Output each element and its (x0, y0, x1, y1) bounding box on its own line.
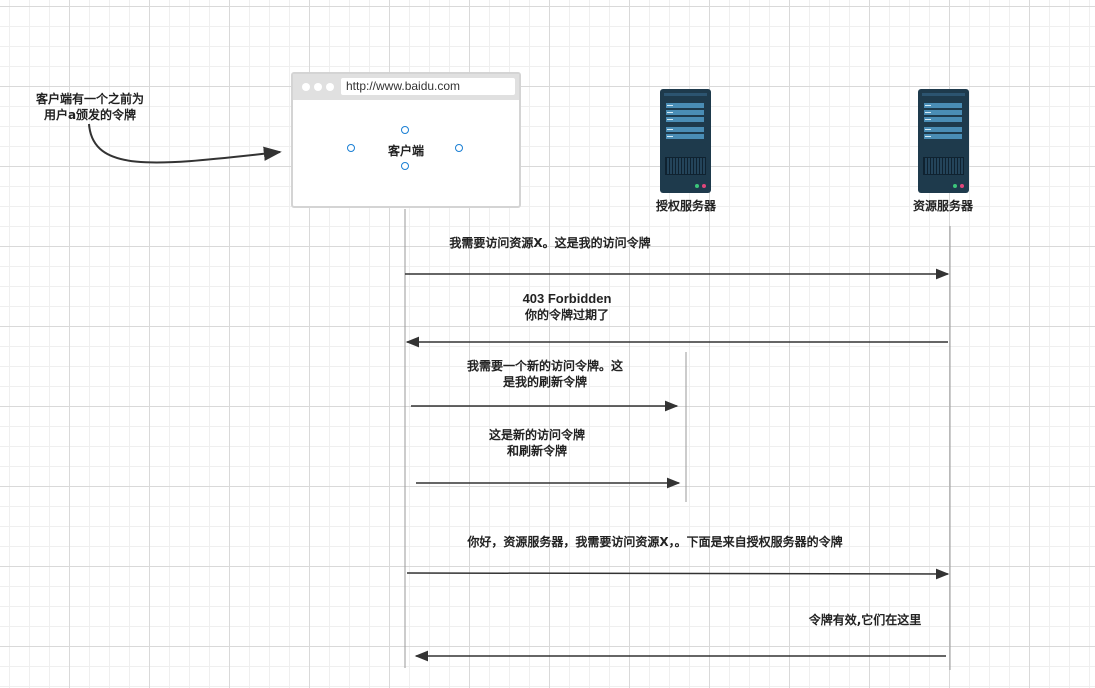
message-label-6: 令牌有效,它们在这里 (808, 613, 922, 627)
message-label-4: 这是新的访问令牌 和刷新令牌 (437, 427, 637, 459)
client-label: 客户端 (387, 144, 424, 158)
message-4-line-1: 这是新的访问令牌 (488, 428, 585, 442)
message-label-2: 403 Forbidden 你的令牌过期了 (467, 291, 667, 323)
auth-server-icon (660, 89, 711, 193)
message-2-line-1: 403 Forbidden (522, 291, 612, 306)
window-dot-icon (326, 83, 334, 91)
message-3-line-1: 我需要一个新的访问令牌。这 (466, 359, 623, 373)
diagram-canvas (88, 89, 969, 670)
selection-handle-left[interactable] (347, 144, 355, 152)
message-4-line-2: 和刷新令牌 (506, 444, 567, 458)
selection-handle-bottom[interactable] (401, 162, 409, 170)
message-2-line-2: 你的令牌过期了 (524, 308, 609, 322)
message-arrow-5 (406, 568, 950, 580)
resource-server-label: 资源服务器 (912, 199, 973, 213)
note-arrow (88, 123, 282, 164)
window-dot-icon (302, 83, 310, 91)
message-label-1: 我需要访问资源X。这是我的访问令牌 (449, 236, 651, 250)
selection-handle-top[interactable] (401, 126, 409, 134)
message-label-5: 你好，资源服务器，我需要访问资源X，。下面是来自授权服务器的令牌 (467, 535, 843, 549)
browser-toolbar: http://www.baidu.com (293, 74, 519, 100)
message-label-3: 我需要一个新的访问令牌。这 是我的刷新令牌 (425, 358, 665, 390)
selection-handle-right[interactable] (455, 144, 463, 152)
resource-server-icon (918, 89, 969, 193)
address-bar[interactable]: http://www.baidu.com (341, 78, 515, 95)
client-browser-window[interactable]: http://www.baidu.com 客户端 (291, 72, 521, 208)
message-3-line-2: 是我的刷新令牌 (502, 375, 587, 389)
auth-server-label: 授权服务器 (655, 199, 716, 213)
window-dot-icon (314, 83, 322, 91)
